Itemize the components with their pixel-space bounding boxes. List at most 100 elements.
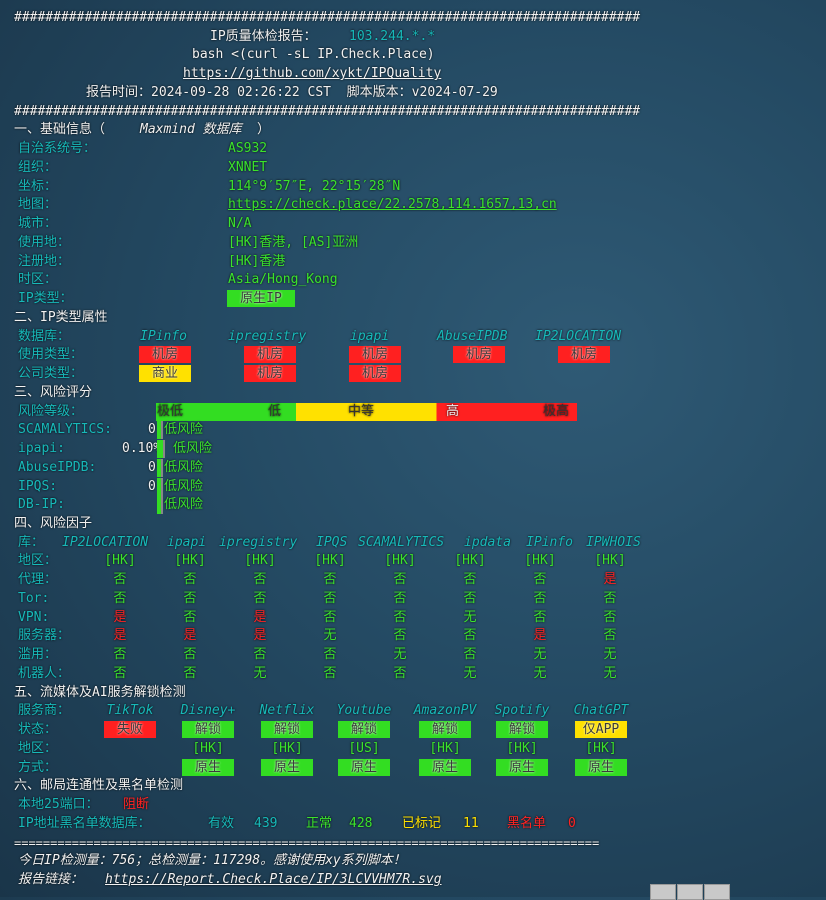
factor-value: 否 xyxy=(253,647,267,663)
service-status-badge: 解锁 xyxy=(496,721,548,739)
basic-label: 注册地： xyxy=(18,253,71,269)
factor-value: [HK] xyxy=(174,553,206,569)
score-label: ipapi: xyxy=(18,441,65,457)
stats-text: 今日IP检测量：756；总检测量：117298。感谢使用xy系列脚本！ xyxy=(18,853,406,869)
risk-scale-label: 中等 xyxy=(348,403,375,419)
basic-value: [HK]香港, [AS]亚洲 xyxy=(228,234,359,250)
factor-label: 滥用： xyxy=(18,647,58,663)
factor-db-name: ipdata xyxy=(464,534,511,550)
ip-address: 103.244.*.* xyxy=(349,28,436,44)
factor-value: 是 xyxy=(253,628,267,644)
score-label: DB-IP: xyxy=(18,497,65,513)
factor-value: 否 xyxy=(183,609,197,625)
equals-line: ========================================… xyxy=(14,835,600,850)
lib-label: 库： xyxy=(18,534,45,550)
factor-value: 否 xyxy=(393,609,407,625)
factor-value: [HK] xyxy=(594,553,626,569)
basic-label: 时区： xyxy=(18,272,58,288)
valid-count: 439 xyxy=(254,815,278,831)
factor-value: 否 xyxy=(393,665,407,681)
normal-count: 428 xyxy=(349,815,373,831)
provider-label: 服务商： xyxy=(18,703,71,719)
service-method-badge: 原生 xyxy=(575,758,627,776)
factor-label: 机器人： xyxy=(18,665,71,681)
usage-badge: 机房 xyxy=(139,346,191,364)
map-link[interactable]: https://check.place/22.2578,114.1657,13,… xyxy=(228,196,557,214)
region-label: 地区： xyxy=(18,740,58,756)
factor-value: 是 xyxy=(113,628,127,644)
factor-value: 否 xyxy=(463,572,477,588)
report-link-label[interactable]: 报告链接： xyxy=(18,871,83,889)
blacklist-count: 0 xyxy=(568,815,576,831)
marked-count: 11 xyxy=(463,815,479,831)
hash-line: ########################################… xyxy=(14,10,641,25)
basic-value: XNNET xyxy=(228,159,268,175)
company-badge: 商业 xyxy=(139,365,191,383)
valid-label: 有效 xyxy=(208,815,235,831)
factor-value: 否 xyxy=(603,609,617,625)
factor-value: 无 xyxy=(533,647,547,663)
factor-value: 无 xyxy=(463,665,477,681)
score-marker xyxy=(157,477,163,496)
hash-line: ########################################… xyxy=(14,103,641,119)
save-icon[interactable] xyxy=(677,884,703,900)
usage-badge: 机房 xyxy=(244,346,296,364)
factor-value: 无 xyxy=(463,609,477,625)
service-status-badge: 解锁 xyxy=(419,721,471,739)
risk-scale-label: 低 xyxy=(268,403,282,419)
blacklist-label: IP地址黑名单数据库： xyxy=(18,815,151,831)
service-method-badge: 原生 xyxy=(338,758,390,776)
factor-value: 否 xyxy=(183,572,197,588)
factor-value: 否 xyxy=(393,572,407,588)
factor-value: [HK] xyxy=(454,553,486,569)
basic-label: 组织： xyxy=(18,159,58,175)
marked-label: 已标记 xyxy=(402,815,442,831)
report-title: IP质量体检报告： xyxy=(210,28,317,44)
service-region: [US] xyxy=(348,740,380,756)
service-status-badge: 解锁 xyxy=(261,721,313,739)
basic-value: N/A xyxy=(228,216,252,232)
factor-value: 否 xyxy=(533,609,547,625)
factor-value: 是 xyxy=(533,628,547,644)
service-region: [HK] xyxy=(506,740,538,756)
service-status-badge: 解锁 xyxy=(338,721,390,739)
score-text: 低风险 xyxy=(164,478,204,494)
factor-db-name: IP2LOCATION xyxy=(62,534,149,550)
factor-value: 否 xyxy=(323,665,337,681)
risk-level-label: 风险等级： xyxy=(18,403,84,419)
db-name: IP2LOCATION xyxy=(535,328,622,344)
factor-db-name: SCAMALYTICS xyxy=(358,534,445,550)
repo-link[interactable]: https://github.com/xykt/IPQuality xyxy=(183,65,441,83)
copy-icon[interactable] xyxy=(650,884,676,900)
basic-label: 坐标： xyxy=(18,178,58,194)
factor-value: 否 xyxy=(323,647,337,663)
factor-value: 否 xyxy=(183,590,197,606)
usage-badge: 机房 xyxy=(453,346,505,364)
factor-db-name: ipapi xyxy=(167,534,207,550)
report-link[interactable]: https://Report.Check.Place/IP/3LCVVHM7R.… xyxy=(105,871,442,889)
factor-value: 否 xyxy=(113,590,127,606)
service-region: [HK] xyxy=(585,740,617,756)
factor-label: Tor: xyxy=(18,590,50,606)
db-name: AbuseIPDB xyxy=(437,328,508,344)
factor-db-name: IPinfo xyxy=(526,534,573,550)
service-status-badge: 仅APP xyxy=(575,721,627,739)
command-text: bash <(curl -sL IP.Check.Place) xyxy=(192,47,435,63)
factor-value: [HK] xyxy=(384,553,416,569)
service-method-badge: 原生 xyxy=(261,758,313,776)
section-title: 二、IP类型属性 xyxy=(14,309,108,325)
factor-value: 无 xyxy=(253,665,267,681)
search-icon[interactable] xyxy=(704,884,730,900)
factor-value: 无 xyxy=(603,647,617,663)
db-name: ipapi xyxy=(350,328,390,344)
service-name: Disney+ xyxy=(180,703,236,719)
factor-label: 代理： xyxy=(18,572,58,588)
factor-value: 否 xyxy=(533,590,547,606)
usage-label: 使用类型： xyxy=(18,347,84,363)
score-value: 0 xyxy=(148,478,156,494)
score-marker xyxy=(157,496,163,515)
company-label: 公司类型： xyxy=(18,366,84,382)
score-label: IPQS: xyxy=(18,478,58,494)
factor-value: 否 xyxy=(253,590,267,606)
factor-value: 无 xyxy=(533,665,547,681)
